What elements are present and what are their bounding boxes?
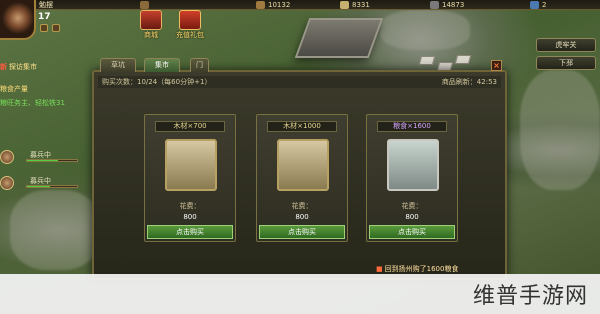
player-level: 17 <box>38 12 51 22</box>
watermark-text: 维普手游网 <box>472 284 588 309</box>
recruit-slot[interactable]: 募兵中 <box>0 176 90 190</box>
resource-item: 2 <box>530 0 546 10</box>
tab-grass[interactable]: 草坑 <box>100 58 136 72</box>
buff-row <box>40 24 60 32</box>
general-avatar <box>0 176 14 190</box>
progress-bar <box>26 159 78 162</box>
purchase-notice: ■ 回到扬州购了1600粮食 <box>376 264 458 274</box>
quest-text: 探访集市 <box>9 63 37 71</box>
resource-item: 8331 <box>340 0 370 10</box>
stone-icon <box>430 1 439 9</box>
rice-bag-icon[interactable] <box>387 139 439 191</box>
gift-icon <box>179 10 201 30</box>
food-text[interactable]: 粮旺务主、轻松铁31 <box>0 98 65 108</box>
buff-icon[interactable] <box>52 24 60 32</box>
card-title: 木材×1000 <box>267 121 337 132</box>
hut <box>418 56 436 65</box>
fortress[interactable] <box>294 18 384 58</box>
mountain-ridge <box>520 70 600 190</box>
buff-icon[interactable] <box>40 24 48 32</box>
notice-icon: ■ <box>376 265 383 273</box>
general-avatar <box>0 150 14 164</box>
recharge-gift-button[interactable]: 充值礼包 <box>170 10 210 42</box>
refresh-timer: 商品刷新：42:53 <box>441 78 497 86</box>
market-card: 粮食×1600 花费： 800 点击购买 <box>366 114 458 242</box>
shop-icon <box>140 10 162 30</box>
buy-count: 购买次数：10/24（每60分钟+1） <box>102 78 212 86</box>
market-card: 木材×1000 花费： 800 点击购买 <box>256 114 348 242</box>
mountain-ridge <box>380 10 470 50</box>
resource-item: 14873 <box>430 0 464 10</box>
recruit-slot[interactable]: 募兵中 <box>0 150 90 164</box>
location-button[interactable]: 下邳 <box>536 56 596 70</box>
location-button[interactable]: 虎牢关 <box>536 38 596 52</box>
progress-fill <box>27 160 58 161</box>
resource-bar: 10132 8331 14873 2 <box>0 0 600 10</box>
buy-button[interactable]: 点击购买 <box>259 225 345 239</box>
recharge-gift-label: 充值礼包 <box>176 31 204 39</box>
market-card: 木材×700 花费： 800 点击购买 <box>144 114 236 242</box>
player-name: 勉摆 <box>39 1 53 9</box>
resource-icon <box>140 1 149 9</box>
mountain-ridge <box>10 190 100 270</box>
progress-fill <box>27 186 50 187</box>
buy-button[interactable]: 点击购买 <box>147 225 233 239</box>
player-avatar[interactable] <box>0 0 36 40</box>
tab-gate[interactable]: 门 <box>190 58 209 72</box>
buy-button[interactable]: 点击购买 <box>369 225 455 239</box>
wood-icon <box>256 1 265 9</box>
resource-item <box>140 0 152 10</box>
card-title: 木材×700 <box>155 121 225 132</box>
price-value: 800 <box>295 213 309 221</box>
progress-bar <box>26 185 78 188</box>
tab-market[interactable]: 集市 <box>144 58 180 72</box>
hut <box>454 55 472 64</box>
gem-icon <box>530 1 539 9</box>
close-button[interactable]: × <box>491 60 502 71</box>
card-title: 粮食×1600 <box>377 121 447 132</box>
shop-label: 商城 <box>144 31 158 39</box>
cost-label: 花费： <box>401 202 423 210</box>
price-value: 800 <box>183 213 197 221</box>
wood-icon[interactable] <box>165 139 217 191</box>
dialog-header: 购买次数：10/24（每60分钟+1） 商品刷新：42:53 <box>98 76 501 88</box>
quest-link[interactable]: 新探访集市 <box>0 62 37 72</box>
notice-text: 回到扬州购了1600粮食 <box>384 265 459 273</box>
new-tag: 新 <box>0 63 7 71</box>
cost-label: 花费： <box>291 202 313 210</box>
food-icon <box>340 1 349 9</box>
food-label: 粮食产量 <box>0 85 28 93</box>
wood-icon[interactable] <box>277 139 329 191</box>
market-dialog: 草坑 集市 门 × 购买次数：10/24（每60分钟+1） 商品刷新：42:53… <box>92 58 507 280</box>
watermark-strip: 维普手游网 <box>0 274 600 314</box>
resource-item: 10132 <box>256 0 290 10</box>
price-value: 800 <box>405 213 419 221</box>
cost-label: 花费： <box>179 202 201 210</box>
shop-button[interactable]: 商城 <box>136 10 166 42</box>
